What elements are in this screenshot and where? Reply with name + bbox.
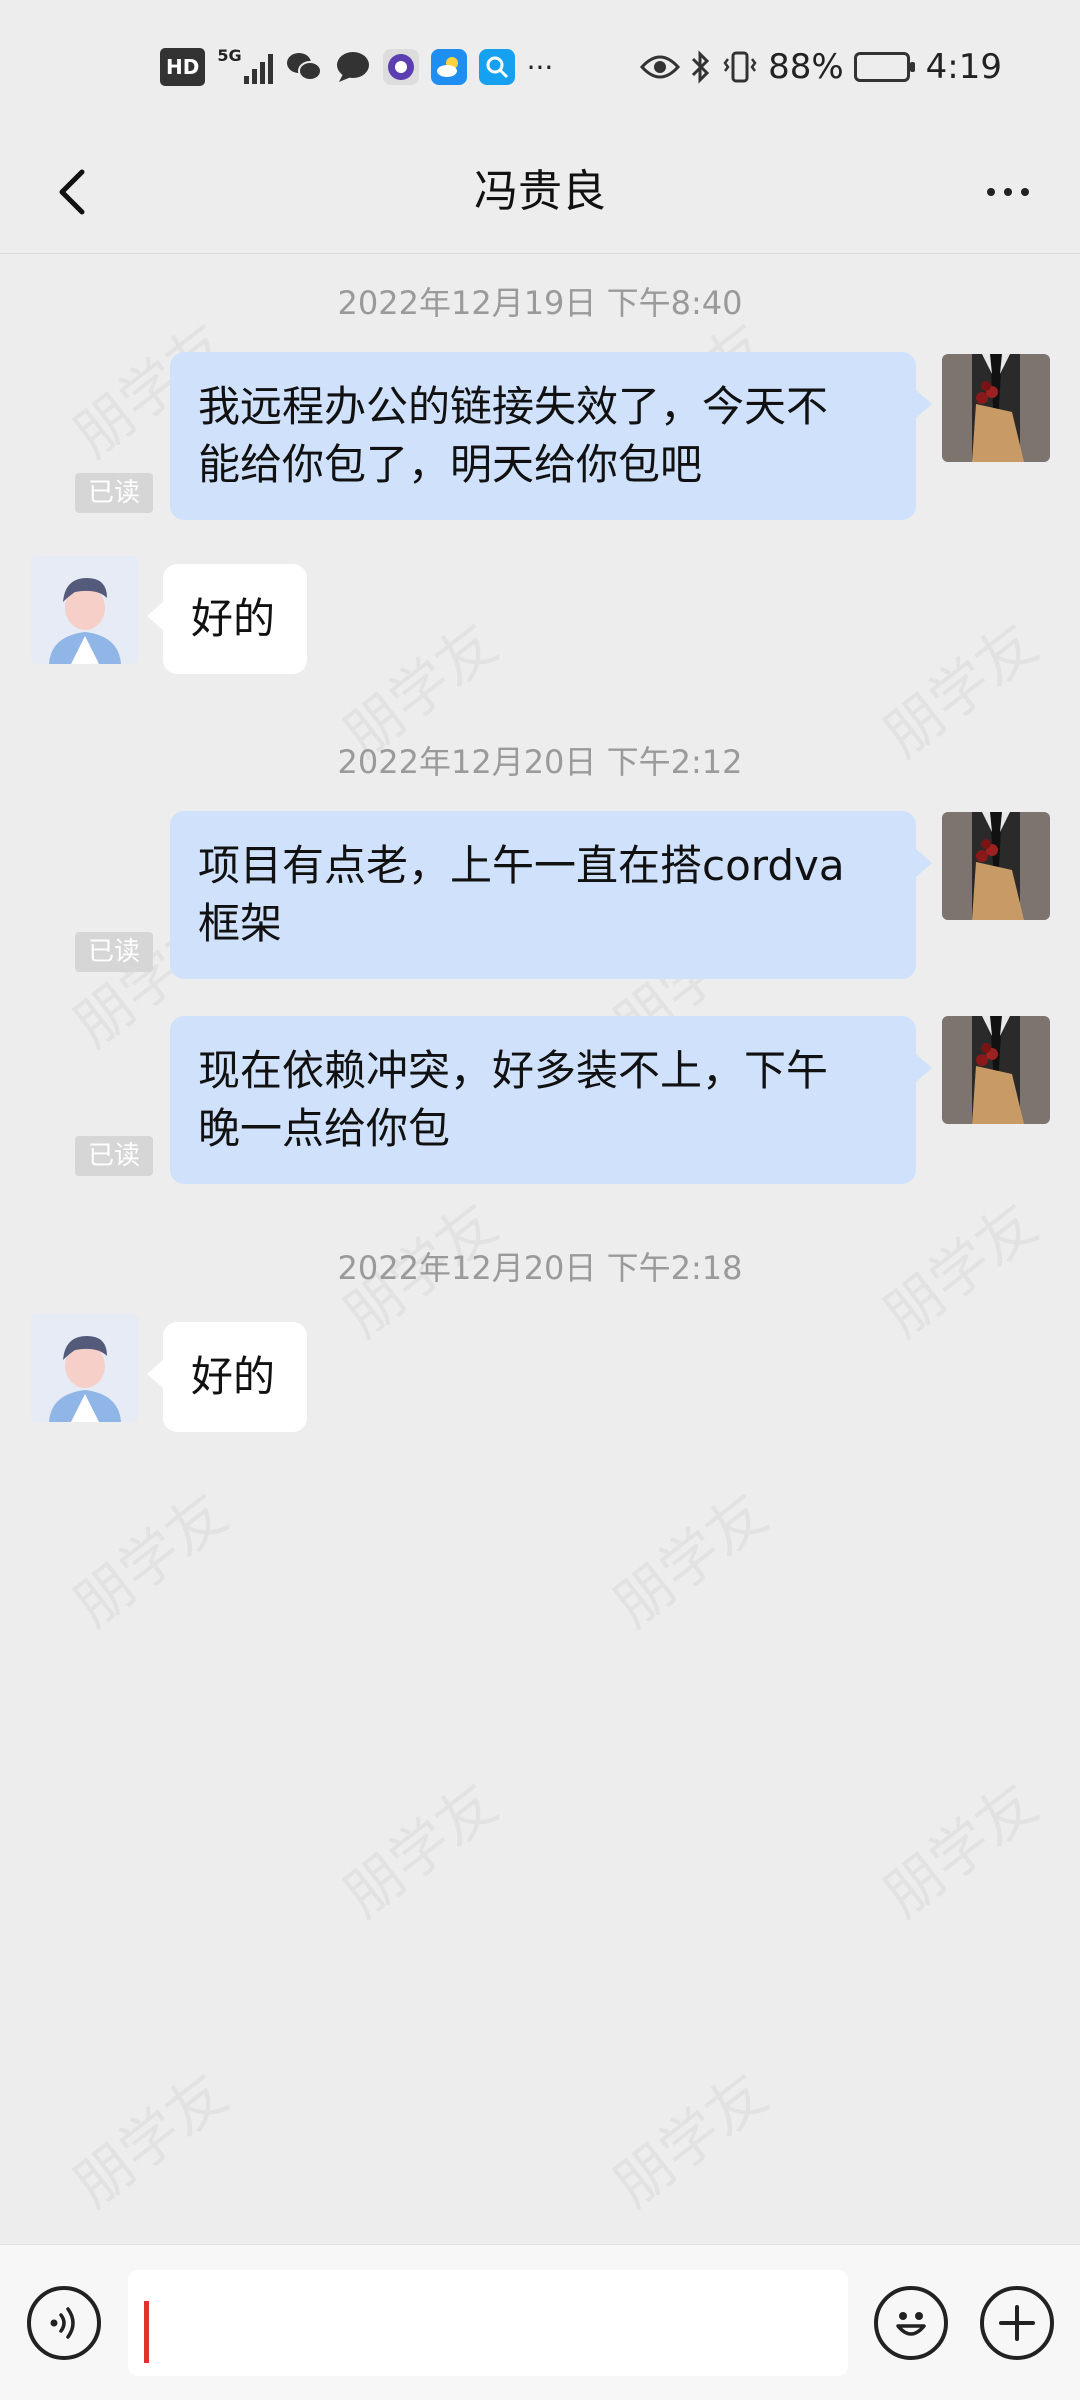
message-text: 好的 xyxy=(191,1352,276,1401)
message-list[interactable]: 朋学友 朋学友 朋学友 朋学友 朋学友 朋学友 朋学友 朋学友 朋学友 朋学友 … xyxy=(0,254,1080,2244)
my-avatar[interactable] xyxy=(942,1016,1050,1124)
bluetooth-icon xyxy=(690,48,712,86)
my-avatar[interactable] xyxy=(942,812,1050,920)
watermark: 朋学友 xyxy=(53,2049,242,2222)
read-receipt: 已读 xyxy=(75,473,153,513)
message-icon xyxy=(335,48,371,86)
my-avatar-image xyxy=(942,812,1050,920)
my-avatar-image xyxy=(942,354,1050,462)
contact-avatar-image xyxy=(31,556,139,664)
read-receipt: 已读 xyxy=(75,1136,153,1176)
my-avatar-image xyxy=(942,1016,1050,1124)
chevron-left-icon xyxy=(59,169,85,215)
chat-header: 冯贵良 xyxy=(0,130,1080,254)
message-line: 我远程办公的链接失效了，今天不 xyxy=(198,382,829,431)
watermark: 朋学友 xyxy=(593,2049,782,2222)
voice-button[interactable] xyxy=(27,2286,101,2360)
battery-icon xyxy=(853,48,915,86)
text-caret xyxy=(144,2301,149,2363)
message-text: 好的 xyxy=(191,594,276,643)
watermark: 朋学友 xyxy=(323,1759,512,1932)
contact-avatar[interactable] xyxy=(31,1314,139,1422)
status-bar-right: 88% 4:19 xyxy=(640,46,1002,88)
watermark: 朋学友 xyxy=(863,1759,1052,1932)
timestamp: 2022年12月19日 下午8:40 xyxy=(337,284,743,322)
message-bubble-outgoing[interactable]: 现在依赖冲突，好多装不上，下午 晚一点给你包 xyxy=(170,1016,932,1184)
plus-icon xyxy=(999,2305,1035,2341)
vibrate-icon xyxy=(722,48,758,86)
eye-icon xyxy=(640,48,681,86)
app-icon xyxy=(382,49,419,85)
status-bar-left: HD 5G ··· xyxy=(160,46,553,88)
read-receipt: 已读 xyxy=(75,932,153,972)
back-button[interactable] xyxy=(40,160,104,224)
timestamp: 2022年12月20日 下午2:12 xyxy=(337,743,743,781)
message-line: 能给你包了，明天给你包吧 xyxy=(198,440,703,489)
signal-icon: 5G xyxy=(217,46,273,86)
message-line: 框架 xyxy=(198,899,283,948)
search-app-icon xyxy=(478,49,515,85)
network-label: 5G xyxy=(217,46,242,65)
battery-percent: 88% xyxy=(768,47,844,87)
emoji-icon xyxy=(896,2312,926,2336)
contact-avatar-image xyxy=(31,1314,139,1422)
watermark: 朋学友 xyxy=(53,1469,242,1642)
message-bubble-incoming[interactable]: 好的 xyxy=(147,1322,307,1432)
hd-icon: HD xyxy=(160,48,206,86)
message-bubble-outgoing[interactable]: 项目有点老，上午一直在搭cordva 框架 xyxy=(170,811,932,979)
message-bubble-incoming[interactable]: 好的 xyxy=(147,564,307,674)
contact-avatar[interactable] xyxy=(31,556,139,664)
status-bar: HD 5G ··· 88% 4:19 xyxy=(0,0,1080,130)
emoji-button[interactable] xyxy=(874,2286,948,2360)
more-notifications-icon: ··· xyxy=(526,50,554,84)
more-actions-button[interactable] xyxy=(980,2286,1054,2360)
message-line: 晚一点给你包 xyxy=(198,1104,451,1153)
message-line: 项目有点老，上午一直在搭cordva xyxy=(198,841,845,890)
watermark: 朋学友 xyxy=(593,1469,782,1642)
weather-icon xyxy=(430,49,467,85)
timestamp: 2022年12月20日 下午2:18 xyxy=(337,1249,743,1287)
message-input[interactable] xyxy=(128,2270,848,2376)
message-bubble-outgoing[interactable]: 我远程办公的链接失效了，今天不 能给你包了，明天给你包吧 xyxy=(170,352,932,520)
wechat-icon xyxy=(285,48,323,86)
more-button[interactable] xyxy=(972,160,1044,224)
more-horizontal-icon xyxy=(987,188,995,196)
contact-name: 冯贵良 xyxy=(474,166,606,217)
message-line: 现在依赖冲突，好多装不上，下午 xyxy=(198,1046,829,1095)
my-avatar[interactable] xyxy=(942,354,1050,462)
status-time: 4:19 xyxy=(925,47,1002,87)
voice-icon xyxy=(50,2307,75,2339)
input-bar xyxy=(0,2244,1080,2400)
